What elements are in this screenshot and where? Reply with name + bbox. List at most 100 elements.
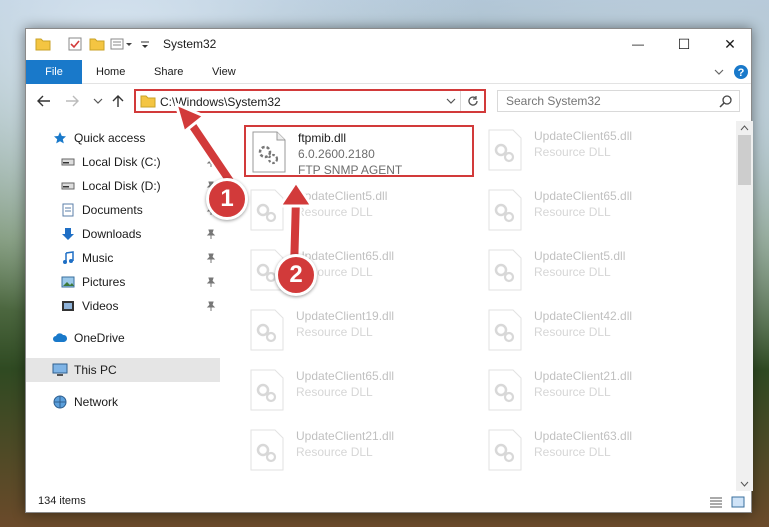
vertical-scrollbar[interactable] bbox=[736, 121, 753, 491]
step-badge-1: 1 bbox=[206, 178, 248, 220]
scrollbar-thumb[interactable] bbox=[738, 135, 751, 185]
dll-file-icon bbox=[488, 189, 522, 231]
search-box[interactable] bbox=[497, 90, 740, 112]
dll-file-icon bbox=[250, 369, 284, 411]
svg-text:?: ? bbox=[738, 67, 745, 79]
file-explorer-window: System32 — ☐ ✕ File Home Share View ? C:… bbox=[25, 28, 753, 513]
search-input[interactable] bbox=[498, 91, 708, 111]
search-icon[interactable] bbox=[719, 94, 733, 111]
file-tile[interactable]: UpdateClient65.dll Resource DLL bbox=[244, 365, 474, 417]
pin-icon[interactable] bbox=[206, 252, 216, 266]
title-bar: System32 — ☐ ✕ bbox=[26, 29, 751, 59]
sidebar-item-label: Music bbox=[82, 251, 114, 265]
folder-icon bbox=[140, 94, 156, 111]
file-description: FTP SNMP AGENT bbox=[298, 163, 403, 177]
file-description: Resource DLL bbox=[296, 325, 373, 339]
sidebar-item-label: Quick access bbox=[74, 131, 146, 145]
tab-view[interactable]: View bbox=[200, 60, 248, 84]
forward-arrow-icon[interactable] bbox=[62, 91, 82, 111]
pictures-icon bbox=[60, 274, 76, 290]
sidebar-item-videos[interactable]: Videos bbox=[26, 294, 220, 318]
sidebar-item-pictures[interactable]: Pictures bbox=[26, 270, 220, 294]
cloud-icon bbox=[52, 330, 68, 346]
file-version: 6.0.2600.2180 bbox=[298, 147, 375, 161]
dll-file-icon bbox=[488, 309, 522, 351]
status-bar: 134 items bbox=[26, 491, 751, 513]
sidebar-item-label: Pictures bbox=[82, 275, 126, 289]
file-description: Resource DLL bbox=[534, 385, 611, 399]
file-tile[interactable]: UpdateClient63.dll Resource DLL bbox=[482, 425, 712, 477]
item-count: 134 items bbox=[38, 495, 86, 507]
dll-file-icon bbox=[488, 249, 522, 291]
chevron-down-icon[interactable] bbox=[140, 37, 150, 53]
star-icon bbox=[52, 130, 68, 146]
dll-file-icon bbox=[488, 129, 522, 171]
sidebar-item-this-pc[interactable]: This PC bbox=[26, 358, 220, 382]
computer-icon bbox=[52, 362, 68, 378]
file-tile-ftpmib[interactable]: ftpmib.dll 6.0.2600.2180 FTP SNMP AGENT bbox=[244, 125, 474, 177]
dll-file-icon bbox=[250, 429, 284, 471]
details-view-icon[interactable] bbox=[708, 495, 724, 509]
new-folder-icon[interactable] bbox=[89, 37, 105, 53]
pin-icon[interactable] bbox=[206, 300, 216, 314]
help-icon[interactable]: ? bbox=[733, 64, 749, 80]
expand-ribbon-icon[interactable] bbox=[711, 64, 727, 80]
file-tile[interactable]: UpdateClient21.dll Resource DLL bbox=[244, 425, 474, 477]
file-name: ftpmib.dll bbox=[298, 131, 347, 145]
customize-toolbar-icon[interactable] bbox=[110, 37, 136, 53]
dll-file-icon bbox=[488, 369, 522, 411]
sidebar-item-label: Local Disk (C:) bbox=[82, 155, 161, 169]
file-tile[interactable]: UpdateClient21.dll Resource DLL bbox=[482, 365, 712, 417]
tab-share[interactable]: Share bbox=[142, 60, 195, 84]
sidebar-item-label: Local Disk (D:) bbox=[82, 179, 161, 193]
file-name: UpdateClient42.dll bbox=[534, 309, 633, 323]
file-description: Resource DLL bbox=[296, 445, 373, 459]
drive-icon bbox=[60, 178, 76, 194]
maximize-button[interactable]: ☐ bbox=[661, 29, 707, 59]
chevron-down-icon[interactable] bbox=[446, 95, 456, 109]
pin-icon[interactable] bbox=[206, 276, 216, 290]
dll-file-icon bbox=[252, 131, 286, 173]
maximize-icon: ☐ bbox=[677, 35, 691, 52]
sidebar-item-label: Documents bbox=[82, 203, 143, 217]
file-list: ftpmib.dll 6.0.2600.2180 FTP SNMP AGENT … bbox=[242, 121, 736, 491]
properties-icon[interactable] bbox=[68, 37, 82, 53]
step-badge-2: 2 bbox=[275, 254, 317, 296]
file-description: Resource DLL bbox=[534, 265, 611, 279]
folder-icon bbox=[35, 37, 51, 53]
sidebar-item-label: Network bbox=[74, 395, 119, 409]
back-arrow-icon[interactable] bbox=[34, 91, 54, 111]
minimize-button[interactable]: — bbox=[615, 29, 661, 59]
sidebar-item-downloads[interactable]: Downloads bbox=[26, 222, 220, 246]
documents-icon bbox=[60, 202, 76, 218]
file-tile[interactable]: UpdateClient42.dll Resource DLL bbox=[482, 305, 712, 357]
download-icon bbox=[60, 226, 76, 242]
sidebar-item-network[interactable]: Network bbox=[26, 390, 220, 414]
file-name: UpdateClient5.dll bbox=[534, 249, 626, 263]
file-name: UpdateClient65.dll bbox=[534, 189, 633, 203]
tab-file[interactable]: File bbox=[26, 60, 82, 84]
sidebar-item-music[interactable]: Music bbox=[26, 246, 220, 270]
sidebar-item-label: Downloads bbox=[82, 227, 142, 241]
scroll-up-icon[interactable] bbox=[739, 123, 750, 133]
recent-locations-icon[interactable] bbox=[88, 91, 108, 111]
up-arrow-icon[interactable] bbox=[108, 91, 128, 111]
large-icons-view-icon[interactable] bbox=[730, 495, 746, 509]
file-tile[interactable]: UpdateClient19.dll Resource DLL bbox=[244, 305, 474, 357]
sidebar-item-label: This PC bbox=[74, 363, 117, 377]
refresh-icon[interactable] bbox=[460, 91, 484, 111]
drive-icon bbox=[60, 154, 76, 170]
file-name: UpdateClient21.dll bbox=[534, 369, 633, 383]
file-description: Resource DLL bbox=[534, 325, 611, 339]
file-tile[interactable]: UpdateClient65.dll Resource DLL bbox=[482, 125, 712, 177]
navigation-bar: C:\Windows\System32 bbox=[26, 85, 751, 117]
sidebar-item-onedrive[interactable]: OneDrive bbox=[26, 326, 220, 350]
tab-home[interactable]: Home bbox=[84, 60, 137, 84]
file-tile[interactable]: UpdateClient5.dll Resource DLL bbox=[482, 245, 712, 297]
scroll-down-icon[interactable] bbox=[739, 479, 750, 489]
sidebar-item-label: OneDrive bbox=[74, 331, 125, 345]
close-button[interactable]: ✕ bbox=[707, 29, 753, 59]
file-description: Resource DLL bbox=[534, 445, 611, 459]
file-tile[interactable]: UpdateClient65.dll Resource DLL bbox=[482, 185, 712, 237]
pin-icon[interactable] bbox=[206, 228, 216, 242]
